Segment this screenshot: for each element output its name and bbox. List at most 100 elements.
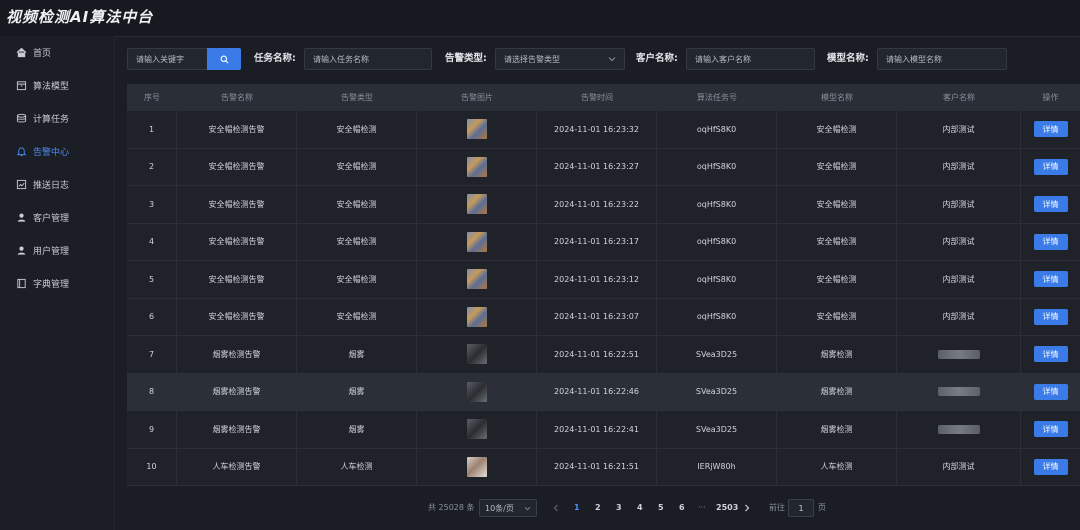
detail-button[interactable]: 详情 [1033,308,1068,325]
cell-task-no: oqHfS8K0 [657,111,777,148]
database-icon [15,112,27,124]
detail-button[interactable]: 详情 [1033,346,1068,363]
cell-alarm-image [417,448,537,485]
header-col-alarm-type: 告警类型 [341,93,373,102]
detail-button[interactable]: 详情 [1033,196,1068,213]
alarm-thumbnail[interactable] [466,419,487,440]
table-row[interactable]: 9 烟雾检测告警 烟雾 2024-11-01 16:22:41 SVea3D25 烟雾检测… [127,411,1080,449]
sidebar-item-algorithm-model[interactable]: 算法模型 [0,74,114,96]
cell-alarm-time: 2024-11-01 16:23:12 [537,261,657,298]
table-row[interactable]: 8 烟雾检测告警 烟雾 2024-11-01 16:22:46 SVea3D25 烟雾检测… [127,373,1080,411]
search-icon [220,55,228,63]
cell-alarm-time: 2024-11-01 16:22:51 [537,336,657,373]
page-6[interactable]: 6 [679,498,685,518]
redacted-customer [937,424,980,434]
page-ellipsis[interactable]: ··· [698,498,706,518]
cell-customer-name [897,373,1021,410]
sidebar-item-compute-task[interactable]: 计算任务 [0,107,114,129]
customer-name-input[interactable] [686,48,815,70]
page-2[interactable]: 2 [595,498,601,518]
page-1[interactable]: 1 [574,498,580,518]
cell-alarm-image [417,298,537,335]
table-row[interactable]: 1 安全帽检测告警 安全帽检测 2024-11-01 16:23:32 oqHfS8K0… [127,111,1080,149]
table-row[interactable]: 2 安全帽检测告警 安全帽检测 2024-11-01 16:23:27 oqHfS8K0… [127,148,1080,186]
cell-customer-name: 内部测试 [897,448,1021,485]
sidebar-item-dictionary-management[interactable]: 字典管理 [0,272,114,294]
task-name-input[interactable] [304,48,432,70]
cell-alarm-type: 安全帽检测 [297,148,417,185]
cell-alarm-image [417,411,537,448]
sidebar-item-alarm-center[interactable]: 告警中心 [0,140,114,162]
sidebar-item-customer-management[interactable]: 客户管理 [0,206,114,228]
header-col-alarm-name: 告警名称 [221,93,253,102]
page-5[interactable]: 5 [658,498,664,518]
cell-alarm-type: 安全帽检测 [297,298,417,335]
detail-button[interactable]: 详情 [1033,158,1068,175]
keyword-input[interactable] [127,48,207,70]
table-row[interactable]: 7 烟雾检测告警 烟雾 2024-11-01 16:22:51 SVea3D25 烟雾检测… [127,336,1080,374]
alarm-thumbnail[interactable] [466,456,487,477]
cell-customer-name [897,411,1021,448]
cell-alarm-type: 烟雾 [297,336,417,373]
cell-alarm-time: 2024-11-01 16:23:07 [537,298,657,335]
alarm-type-select[interactable]: 请选择告警类型 [495,48,625,70]
sidebar-item-home[interactable]: 首页 [0,41,114,63]
alarm-thumbnail[interactable] [466,269,487,290]
page-last[interactable]: 2503 [716,498,738,518]
cell-task-no: oqHfS8K0 [657,223,777,260]
cell-alarm-image [417,148,537,185]
cell-alarm-time: 2024-11-01 16:22:41 [537,411,657,448]
cell-task-no: SVea3D25 [657,373,777,410]
alarm-thumbnail[interactable] [466,194,487,215]
cell-alarm-image [417,111,537,148]
cell-index: 9 [127,411,177,448]
page-4[interactable]: 4 [637,498,643,518]
goto-suffix: 页 [818,503,826,512]
next-page-button[interactable] [744,498,750,518]
cell-customer-name: 内部测试 [897,186,1021,223]
cell-action: 详情 [1021,374,1080,411]
detail-button[interactable]: 详情 [1033,421,1068,438]
cell-alarm-name: 人车检测告警 [177,448,297,485]
cell-task-no: SVea3D25 [657,336,777,373]
table-row[interactable]: 4 安全帽检测告警 安全帽检测 2024-11-01 16:23:17 oqHfS8K0… [127,223,1080,261]
cell-alarm-image [417,373,537,410]
sidebar-item-user-management[interactable]: 用户管理 [0,239,114,261]
user-icon [15,244,27,256]
detail-button[interactable]: 详情 [1033,233,1068,250]
cell-model-name: 安全帽检测 [777,223,897,260]
detail-button[interactable]: 详情 [1033,458,1068,475]
redacted-customer [937,349,980,359]
alarm-thumbnail[interactable] [466,156,487,177]
pagination: 共 25028 条 10条/页 123456 ··· 2503 前往 页 [115,498,1080,518]
detail-button[interactable]: 详情 [1033,121,1068,138]
top-header: 视频检测AI算法中台 [0,0,1080,37]
goto-page-input[interactable] [788,499,814,517]
header-col-model-name: 模型名称 [821,93,853,102]
model-name-input[interactable] [877,48,1007,70]
detail-button[interactable]: 详情 [1033,271,1068,288]
customer-name-label: 客户名称: [636,53,678,64]
cell-index: 3 [127,186,177,223]
page-3[interactable]: 3 [616,498,622,518]
sidebar-item-push-log[interactable]: 推送日志 [0,173,114,195]
cell-alarm-image [417,223,537,260]
detail-button[interactable]: 详情 [1033,383,1068,400]
page-size-select[interactable]: 10条/页 [479,499,537,517]
cell-model-name: 烟雾检测 [777,336,897,373]
table-row[interactable]: 10 人车检测告警 人车检测 2024-11-01 16:21:51 IERjW80h 人… [127,448,1080,486]
alarm-thumbnail[interactable] [466,344,487,365]
alarm-thumbnail[interactable] [466,306,487,327]
cell-alarm-name: 烟雾检测告警 [177,373,297,410]
table-row[interactable]: 5 安全帽检测告警 安全帽检测 2024-11-01 16:23:12 oqHfS8K0… [127,261,1080,299]
cell-model-name: 人车检测 [777,448,897,485]
alarm-thumbnail[interactable] [466,119,487,140]
alarm-thumbnail[interactable] [466,381,487,402]
table-row[interactable]: 3 安全帽检测告警 安全帽检测 2024-11-01 16:23:22 oqHfS8K0… [127,186,1080,224]
search-button[interactable] [207,48,241,70]
redacted-customer [937,387,980,397]
alarm-thumbnail[interactable] [466,231,487,252]
table-row[interactable]: 6 安全帽检测告警 安全帽检测 2024-11-01 16:23:07 oqHfS8K0… [127,298,1080,336]
table-body: 1 安全帽检测告警 安全帽检测 2024-11-01 16:23:32 oqHfS8K0… [127,111,1080,486]
prev-page-button[interactable] [553,498,559,518]
